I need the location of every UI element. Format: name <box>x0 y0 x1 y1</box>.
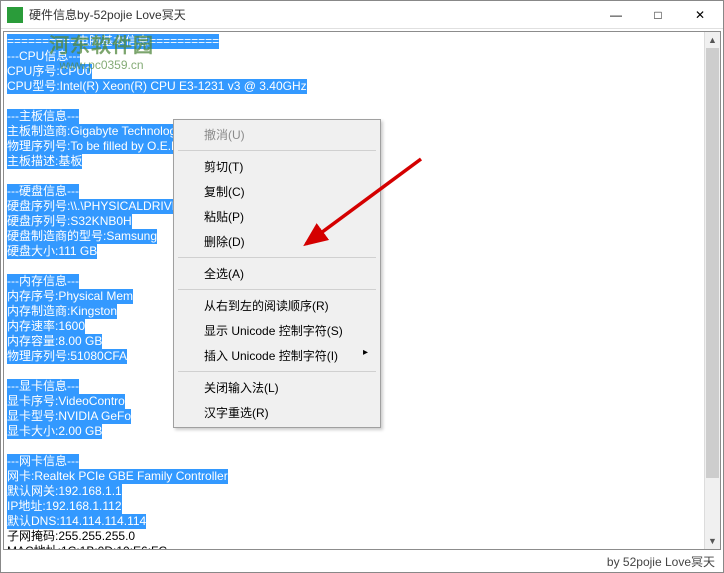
text-span: 默认DNS:114.114.114.114 <box>7 514 146 529</box>
content-line: MAC地址:1C:1B:0D:10:E6:FC <box>7 544 717 550</box>
text-span: 内存序号:Physical Mem <box>7 289 133 304</box>
context-menu-item[interactable]: 删除(D) <box>176 229 378 254</box>
text-span: 硬盘制造商的型号:Samsung <box>7 229 157 244</box>
context-menu-item[interactable]: 关闭输入法(L) <box>176 375 378 400</box>
content-line: 网卡:Realtek PCIe GBE Family Controller <box>7 469 717 484</box>
text-span: 物理序列号:51080CFA <box>7 349 127 364</box>
text-span: 硬盘序列号:\\.\PHYSICALDRIVE0 <box>7 199 186 214</box>
text-span: CPU序号:CPU0 <box>7 64 92 79</box>
close-button[interactable]: ✕ <box>679 2 721 28</box>
maximize-button[interactable]: □ <box>637 2 679 28</box>
text-span: MAC地址:1C:1B:0D:10:E6:FC <box>7 544 167 550</box>
context-menu-item[interactable]: 剪切(T) <box>176 154 378 179</box>
menu-separator <box>178 257 376 258</box>
titlebar: 硬件信息by-52pojie Love冥天 — □ ✕ <box>1 1 723 29</box>
context-menu-item[interactable]: 全选(A) <box>176 261 378 286</box>
text-span: 显卡大小:2.00 GB <box>7 424 102 439</box>
content-line: IP地址:192.168.1.112 <box>7 499 717 514</box>
scroll-down-icon[interactable]: ▼ <box>705 533 720 549</box>
menu-separator <box>178 289 376 290</box>
menu-separator <box>178 150 376 151</box>
content-line: 子网掩码:255.255.255.0 <box>7 529 717 544</box>
text-span: 网卡:Realtek PCIe GBE Family Controller <box>7 469 228 484</box>
context-menu-item[interactable]: 粘贴(P) <box>176 204 378 229</box>
menu-separator <box>178 371 376 372</box>
content-line: ---网卡信息--- <box>7 454 717 469</box>
content-line: CPU序号:CPU0 <box>7 64 717 79</box>
text-span: 子网掩码:255.255.255.0 <box>7 529 135 543</box>
text-span: ---内存信息--- <box>7 274 79 289</box>
text-span: 内存容量:8.00 GB <box>7 334 102 349</box>
context-menu-item[interactable]: 汉字重选(R) <box>176 400 378 425</box>
text-span: ---硬盘信息--- <box>7 184 79 199</box>
text-span: 内存速率:1600 <box>7 319 85 334</box>
text-span: ---网卡信息--- <box>7 454 79 469</box>
text-span: CPU型号:Intel(R) Xeon(R) CPU E3-1231 v3 @ … <box>7 79 307 94</box>
text-span: ---主板信息--- <box>7 109 79 124</box>
text-span: IP地址:192.168.1.112 <box>7 499 122 514</box>
text-span: ==========电脑基本信息========== <box>7 34 219 49</box>
text-span: 默认网关:192.168.1.1 <box>7 484 122 499</box>
content-line: CPU型号:Intel(R) Xeon(R) CPU E3-1231 v3 @ … <box>7 79 717 94</box>
submenu-arrow-icon: ▸ <box>363 347 368 358</box>
scroll-up-icon[interactable]: ▲ <box>705 32 720 48</box>
content-line: ==========电脑基本信息========== <box>7 34 717 49</box>
content-line: 默认网关:192.168.1.1 <box>7 484 717 499</box>
window-title: 硬件信息by-52pojie Love冥天 <box>29 6 595 23</box>
context-menu-item[interactable]: 显示 Unicode 控制字符(S) <box>176 318 378 343</box>
text-span: 硬盘序列号:S32KNB0H <box>7 214 132 229</box>
scrollbar-thumb[interactable] <box>706 48 719 478</box>
content-line <box>7 94 717 109</box>
context-menu-item[interactable]: 复制(C) <box>176 179 378 204</box>
text-span: 显卡序号:VideoContro <box>7 394 125 409</box>
text-span: 显卡型号:NVIDIA GeFo <box>7 409 131 424</box>
text-span: 硬盘大小:111 GB <box>7 244 97 259</box>
content-line: 默认DNS:114.114.114.114 <box>7 514 717 529</box>
content-line: ---CPU信息--- <box>7 49 717 64</box>
text-span: 主板描述:基板 <box>7 154 82 169</box>
scrollbar[interactable]: ▲ ▼ <box>704 32 720 549</box>
context-menu-item[interactable]: 插入 Unicode 控制字符(I)▸ <box>176 343 378 368</box>
app-icon <box>7 7 23 23</box>
context-menu-item[interactable]: 从右到左的阅读顺序(R) <box>176 293 378 318</box>
context-menu-item: 撤消(U) <box>176 122 378 147</box>
text-span: 物理序列号:To be filled by O.E.M. <box>7 139 184 154</box>
statusbar-text: by 52pojie Love冥天 <box>607 553 715 570</box>
content-line <box>7 439 717 454</box>
titlebar-buttons: — □ ✕ <box>595 2 721 28</box>
text-span: 内存制造商:Kingston <box>7 304 117 319</box>
text-span: ---CPU信息--- <box>7 49 80 64</box>
context-menu: 撤消(U) 剪切(T)复制(C)粘贴(P)删除(D) 全选(A) 从右到左的阅读顺序(… <box>173 119 381 428</box>
text-span: ---显卡信息--- <box>7 379 79 394</box>
minimize-button[interactable]: — <box>595 2 637 28</box>
